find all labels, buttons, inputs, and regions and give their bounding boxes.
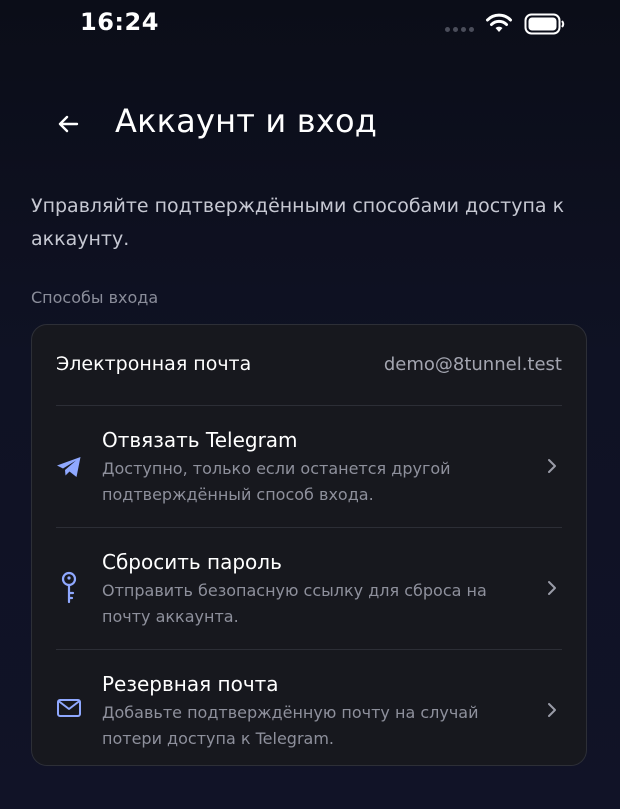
- email-value: demo@8tunnel.test: [383, 354, 562, 375]
- action-title: Отвязать Telegram: [102, 428, 298, 452]
- action-subtitle: Доступно, только если останется другой п…: [102, 459, 451, 504]
- section-label-login-methods: Способы входа: [31, 288, 159, 307]
- unlink-telegram-row[interactable]: Отвязать Telegram Доступно, только если …: [32, 406, 586, 527]
- arrow-left-icon: [58, 115, 79, 133]
- chevron-right-icon: [544, 580, 560, 596]
- back-button[interactable]: [44, 100, 92, 148]
- signal-icon: [445, 27, 474, 32]
- action-title: Сбросить пароль: [102, 550, 282, 574]
- key-icon: [54, 571, 84, 604]
- mail-icon: [54, 693, 84, 723]
- status-bar: 16:24: [0, 0, 620, 50]
- page-description: Управляйте подтверждёнными способами дос…: [31, 195, 565, 250]
- battery-icon: [524, 13, 565, 35]
- header: Аккаунт и вход: [0, 96, 620, 152]
- telegram-icon: [54, 452, 84, 482]
- page-title: Аккаунт и вход: [115, 102, 378, 140]
- reset-password-row[interactable]: Сбросить пароль Отправить безопасную ссы…: [32, 528, 586, 649]
- status-time: 16:24: [80, 8, 159, 36]
- email-row: Электронная почта demo@8tunnel.test: [56, 325, 562, 405]
- login-methods-card: Электронная почта demo@8tunnel.test Отвя…: [31, 324, 587, 766]
- action-title: Резервная почта: [102, 672, 279, 696]
- chevron-right-icon: [544, 702, 560, 718]
- email-label: Электронная почта: [56, 353, 252, 375]
- wifi-icon: [486, 13, 512, 32]
- action-subtitle: Отправить безопасную ссылку для сброса н…: [102, 581, 487, 626]
- backup-email-row[interactable]: Резервная почта Добавьте подтверждённую …: [32, 650, 586, 771]
- chevron-right-icon: [544, 458, 560, 474]
- action-subtitle: Добавьте подтверждённую почту на случай …: [102, 703, 479, 748]
